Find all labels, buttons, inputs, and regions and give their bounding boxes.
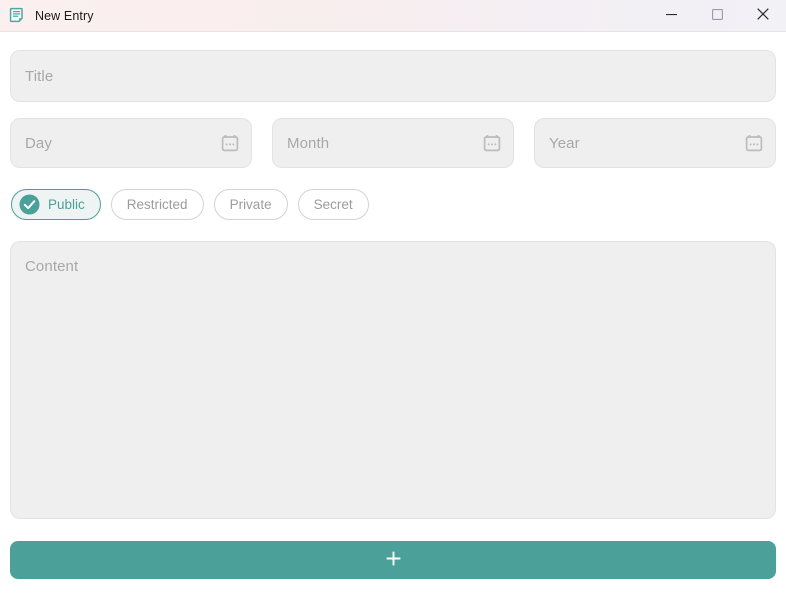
note-document-icon (9, 7, 26, 24)
calendar-icon[interactable] (745, 134, 763, 152)
titlebar: New Entry (0, 0, 786, 32)
calendar-icon[interactable] (221, 134, 239, 152)
chip-restricted-label: Restricted (126, 197, 188, 212)
month-input-placeholder: Month (287, 134, 330, 152)
check-circle-icon (19, 194, 40, 215)
month-input[interactable]: Month (272, 118, 514, 168)
day-input[interactable]: Day (10, 118, 252, 168)
plus-icon (385, 550, 402, 570)
chip-restricted[interactable]: Restricted (110, 189, 204, 220)
chip-secret-label: Secret (313, 197, 353, 212)
year-input-placeholder: Year (549, 134, 580, 152)
new-entry-window: New Entry Title Day Month Year Public Re… (0, 0, 786, 593)
maximize-icon (711, 8, 723, 23)
title-input-placeholder: Title (25, 67, 54, 85)
day-input-placeholder: Day (25, 134, 52, 152)
add-entry-button[interactable] (10, 541, 776, 579)
date-row: Day Month Year (10, 118, 776, 168)
chip-secret[interactable]: Secret (297, 189, 369, 220)
window-title: New Entry (35, 8, 94, 23)
chip-public[interactable]: Public (11, 189, 101, 220)
close-button[interactable] (740, 0, 786, 32)
chip-private-label: Private (229, 197, 272, 212)
title-input[interactable]: Title (10, 50, 776, 102)
titlebar-left-group: New Entry (0, 0, 94, 31)
minimize-button[interactable] (648, 0, 694, 32)
minimize-icon (665, 8, 677, 23)
calendar-icon[interactable] (483, 134, 501, 152)
form-body: Title Day Month Year Public Restricted P… (0, 32, 786, 593)
visibility-chip-group: Public Restricted Private Secret (10, 189, 776, 220)
window-controls (648, 0, 786, 32)
year-input[interactable]: Year (534, 118, 776, 168)
chip-public-label: Public (48, 197, 85, 212)
close-icon (757, 8, 769, 23)
maximize-button[interactable] (694, 0, 740, 32)
content-textarea[interactable]: Content (10, 241, 776, 519)
chip-private[interactable]: Private (213, 189, 288, 220)
content-textarea-placeholder: Content (25, 258, 79, 275)
